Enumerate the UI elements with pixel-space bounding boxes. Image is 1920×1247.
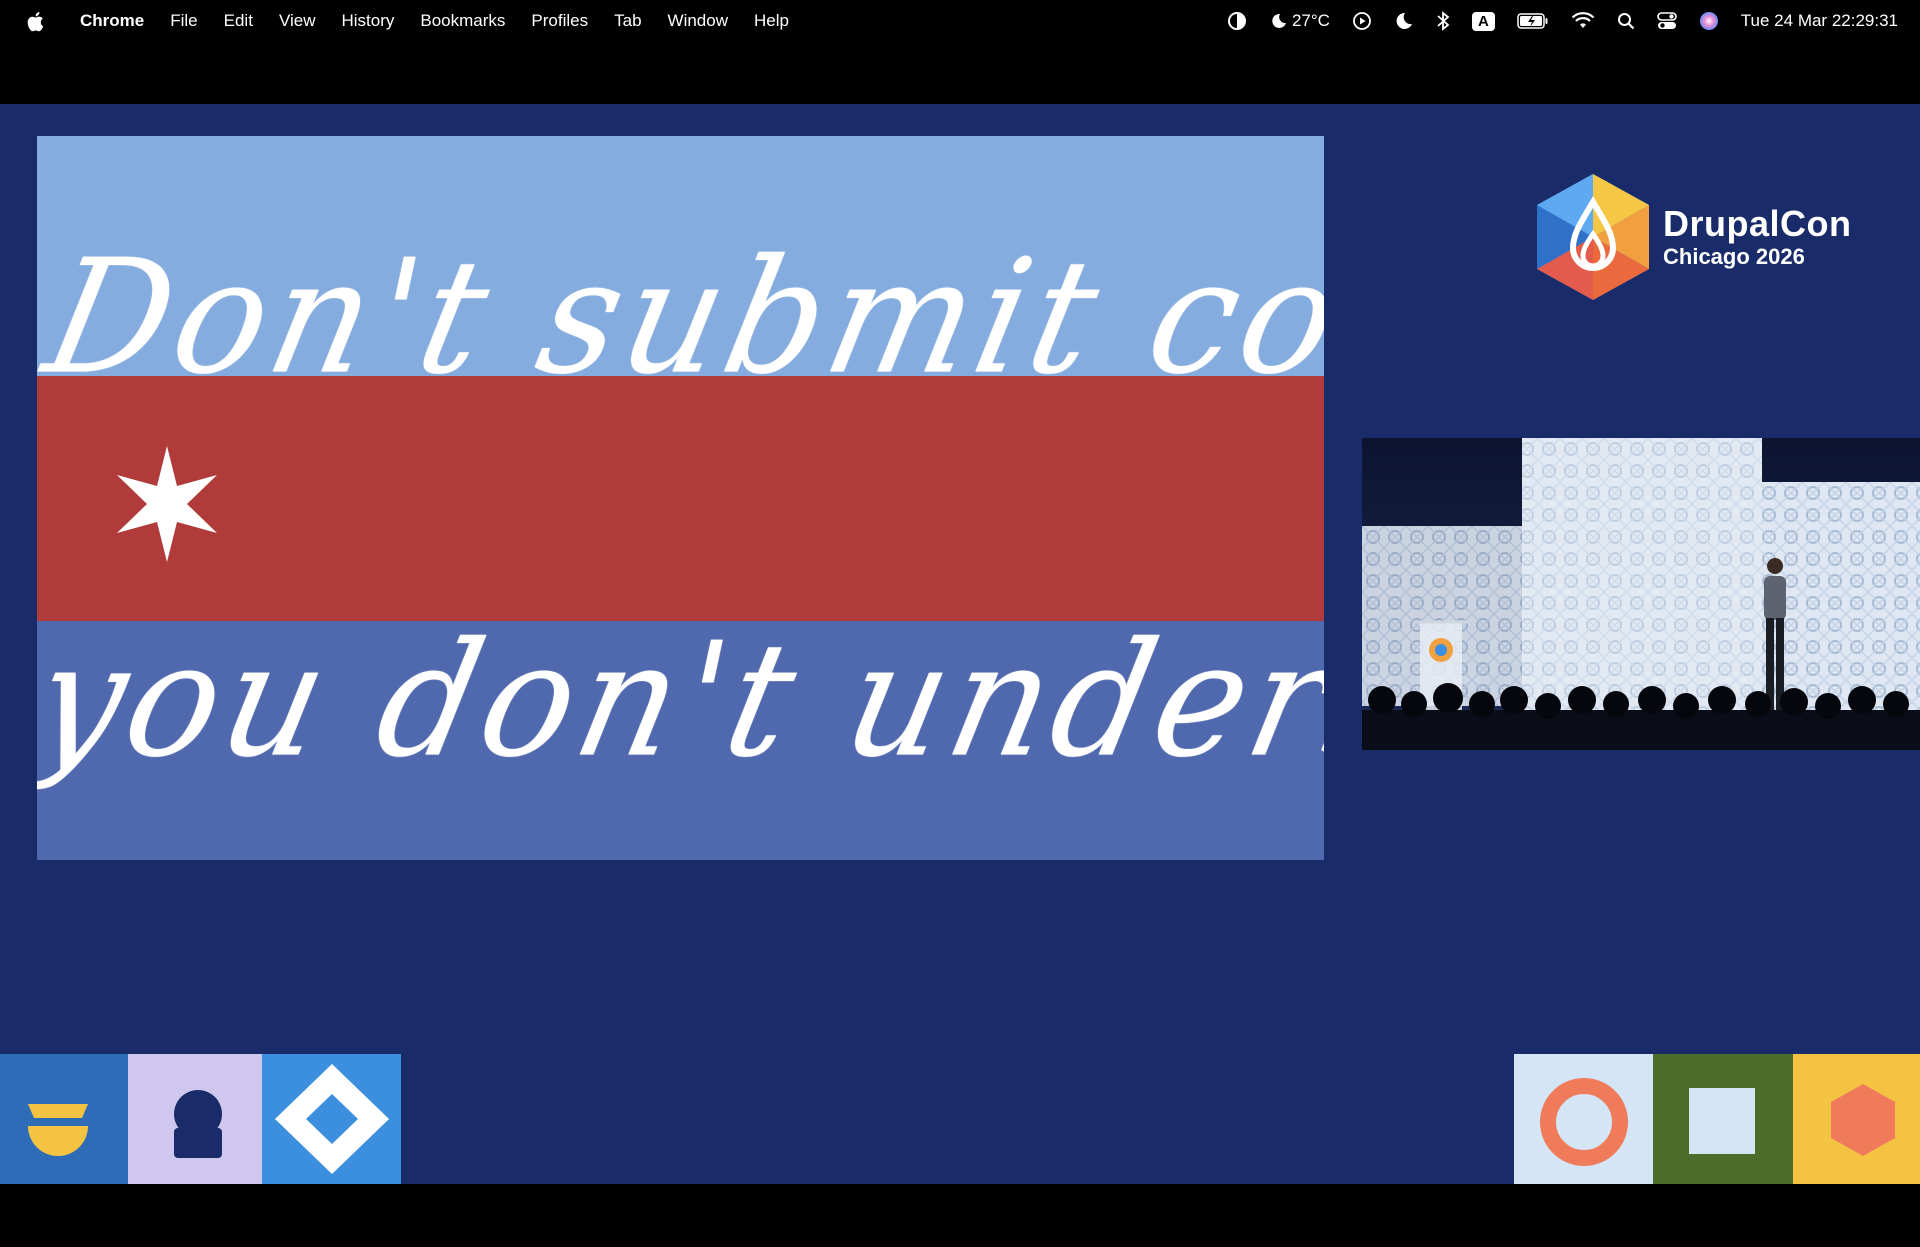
drupalcon-logo: DrupalCon Chicago 2026 bbox=[1537, 174, 1852, 300]
ring-icon bbox=[1540, 1078, 1628, 1166]
menu-edit[interactable]: Edit bbox=[211, 11, 266, 31]
yellow-bowl-shape-icon bbox=[28, 1104, 88, 1156]
do-not-disturb-icon[interactable] bbox=[1394, 9, 1414, 33]
menu-profiles[interactable]: Profiles bbox=[518, 11, 601, 31]
slide-text-line-1: Don't submit code bbox=[37, 226, 1324, 410]
square-icon bbox=[1689, 1088, 1755, 1154]
menu-bookmarks[interactable]: Bookmarks bbox=[407, 11, 518, 31]
decor-tile-ring bbox=[1514, 1054, 1653, 1184]
decor-tile-hexagon bbox=[1793, 1054, 1920, 1184]
slide-text-line-2: you don't understand. bbox=[37, 609, 1324, 793]
keyboard-input-icon[interactable]: A bbox=[1471, 9, 1495, 33]
keyboard-input-label: A bbox=[1471, 11, 1495, 31]
weather-widget[interactable]: 27°C bbox=[1270, 9, 1330, 33]
menu-file[interactable]: File bbox=[157, 11, 210, 31]
menu-app-name[interactable]: Chrome bbox=[68, 11, 157, 31]
diamond-icon bbox=[275, 1064, 389, 1174]
menu-view[interactable]: View bbox=[266, 11, 329, 31]
battery-icon[interactable] bbox=[1517, 9, 1549, 33]
spotlight-icon[interactable] bbox=[1617, 9, 1635, 33]
menu-bar: Chrome File Edit View History Bookmarks … bbox=[0, 0, 1920, 42]
menu-history[interactable]: History bbox=[328, 11, 407, 31]
slide-band-middle bbox=[37, 376, 1324, 621]
menu-tab[interactable]: Tab bbox=[601, 11, 654, 31]
speaker-video-thumbnail bbox=[1362, 438, 1920, 750]
now-playing-icon[interactable] bbox=[1352, 9, 1372, 33]
presentation-stage: Don't submit code you don't understand. … bbox=[0, 104, 1920, 1184]
speaker-video bbox=[1362, 438, 1920, 750]
wifi-icon[interactable] bbox=[1571, 9, 1595, 33]
apple-icon[interactable] bbox=[26, 10, 46, 32]
bluetooth-icon[interactable] bbox=[1436, 9, 1450, 33]
siri-icon[interactable] bbox=[1699, 9, 1719, 33]
menu-window[interactable]: Window bbox=[655, 11, 741, 31]
menu-clock[interactable]: Tue 24 Mar 22:29:31 bbox=[1741, 11, 1898, 31]
logo-brand-name: DrupalCon bbox=[1663, 203, 1852, 244]
decor-tile-diamond bbox=[262, 1054, 401, 1184]
decor-tile-square bbox=[1653, 1054, 1793, 1184]
menu-help[interactable]: Help bbox=[741, 11, 802, 31]
control-center-icon[interactable] bbox=[1656, 9, 1677, 33]
decor-tile-bowl bbox=[0, 1054, 128, 1184]
decor-tile-person bbox=[128, 1054, 262, 1184]
focus-icon[interactable] bbox=[1226, 9, 1248, 33]
weather-icon bbox=[1272, 13, 1286, 28]
person-silhouette-icon bbox=[174, 1090, 222, 1158]
drupal-drop-hexagon-logo bbox=[1537, 174, 1649, 300]
six-point-star-icon bbox=[117, 446, 217, 562]
weather-temperature: 27°C bbox=[1291, 11, 1330, 30]
slide: Don't submit code you don't understand. bbox=[37, 136, 1324, 860]
hexagon-icon bbox=[1831, 1084, 1895, 1156]
logo-subtitle: Chicago 2026 bbox=[1663, 244, 1805, 269]
